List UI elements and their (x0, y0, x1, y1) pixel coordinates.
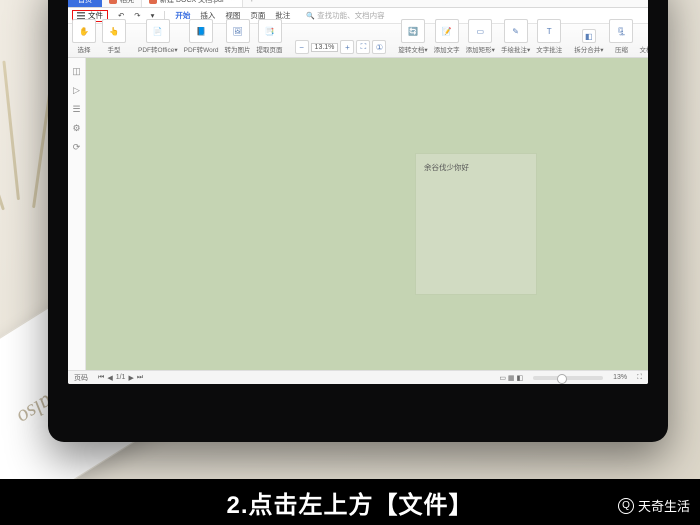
view-mode-buttons[interactable]: ▭ ▦ ◧ (499, 374, 523, 382)
sidebar-bookmarks[interactable]: ▷ (72, 85, 82, 95)
page-navigator: ⏮ ◀ 1/1 ▶ ⏭ (98, 374, 143, 382)
ribbon-toolbar: ✋选择 👆手型 📄PDF转Office▾ 📘PDF转Word 🖼转为图片 📑提取… (68, 24, 648, 58)
zoom-in-button[interactable]: + (340, 40, 354, 54)
tool-pdf-to-word[interactable]: 📘PDF转Word (184, 19, 219, 54)
tab-strip: 首页 稻壳 新建 DOCX 文档.pdf × + (68, 0, 648, 8)
compress-icon: 🗜 (609, 19, 633, 43)
tool-to-image[interactable]: 🖼转为图片 (225, 19, 251, 54)
app-icon (109, 0, 117, 4)
zoom-control: − 13.1% + ⛶ ① (295, 40, 387, 54)
tool-add-rect[interactable]: ▭添加矩形▾ (466, 19, 495, 54)
text-icon: 📝 (435, 19, 459, 43)
zoom-fit-button[interactable]: ⛶ (356, 40, 370, 54)
tool-compress[interactable]: 🗜压缩 (609, 19, 633, 54)
pdf-icon (149, 0, 157, 4)
tab-document[interactable]: 新建 DOCX 文档.pdf × (142, 0, 243, 7)
sidebar-thumbnails[interactable]: ◫ (72, 66, 82, 76)
rect-icon: ▭ (468, 19, 492, 43)
brand-watermark: Q 天奇生活 (618, 496, 690, 515)
status-zoom-value: 13% (613, 374, 627, 381)
status-bar: 页码 ⏮ ◀ 1/1 ▶ ⏭ ▭ ▦ ◧ 13% ⛶ (68, 370, 648, 384)
split-icon: ◧ (582, 29, 596, 43)
tab-label: 稻壳 (120, 0, 134, 5)
nav-last[interactable]: ⏭ (137, 374, 143, 382)
select-icon: ✋ (72, 19, 96, 43)
tool-select[interactable]: ✋选择 (72, 19, 96, 54)
caption-text: 2.点击左上方【文件】 (226, 485, 473, 520)
pencil-icon: ✎ (504, 19, 528, 43)
tool-split-merge[interactable]: ◧拆分合并▾ (574, 29, 603, 54)
nav-prev[interactable]: ◀ (107, 374, 112, 382)
tool-pdf-to-office[interactable]: 📄PDF转Office▾ (138, 19, 178, 54)
tutorial-caption: 2.点击左上方【文件】 Q 天奇生活 (0, 479, 700, 525)
nav-first[interactable]: ⏮ (98, 374, 104, 382)
zoom-actual-button[interactable]: ① (372, 40, 386, 54)
tab-docer[interactable]: 稻壳 (102, 0, 142, 7)
tool-rotate[interactable]: 🔄旋转文档▾ (398, 19, 427, 54)
tab-add-button[interactable]: + (243, 0, 261, 7)
status-page-label: 页码 (74, 373, 88, 383)
zoom-out-button[interactable]: − (295, 40, 309, 54)
page-text: 余谷伐少你好 (424, 162, 469, 173)
tool-add-text[interactable]: 📝添加文字 (434, 19, 460, 54)
rotate-icon: 🔄 (401, 19, 425, 43)
sidebar-settings[interactable]: ⚙ (72, 123, 82, 133)
brand-icon: Q (618, 498, 634, 514)
word-icon: 📘 (189, 19, 213, 43)
tool-extract-page[interactable]: 📑提取页面 (257, 19, 283, 54)
work-area: ◫ ▷ ☰ ⚙ ⟳ 余谷伐少你好 (68, 58, 648, 370)
zoom-value[interactable]: 13.1% (311, 43, 339, 52)
pdf-page: 余谷伐少你好 (416, 154, 536, 294)
tab-label: 新建 DOCX 文档.pdf (160, 0, 224, 5)
extract-icon: 📑 (258, 19, 282, 43)
scene-root: 首页 稻壳 新建 DOCX 文档.pdf× + 文件 ↶ ↷ ▾ 开始 插入 视… (0, 0, 700, 525)
search-input[interactable]: 查找功能、文档内容 (306, 10, 384, 21)
hand-icon: 👆 (102, 19, 126, 43)
tool-protect[interactable]: 🔒文档保护与加密 (639, 19, 648, 54)
sidebar-outline[interactable]: ☰ (72, 104, 82, 114)
tool-freehand[interactable]: ✎手绘批注▾ (501, 19, 530, 54)
close-icon[interactable]: × (231, 0, 235, 3)
zoom-slider[interactable] (533, 376, 603, 380)
tool-text-annot[interactable]: T文字批注 (536, 19, 562, 54)
tab-home[interactable]: 首页 (68, 0, 102, 7)
sidebar-refresh[interactable]: ⟳ (72, 142, 82, 152)
document-canvas[interactable]: 余谷伐少你好 (86, 58, 648, 370)
nav-next[interactable]: ▶ (128, 374, 133, 382)
tool-hand[interactable]: 👆手型 (102, 19, 126, 54)
text-annot-icon: T (537, 19, 561, 43)
monitor-frame: 首页 稻壳 新建 DOCX 文档.pdf× + 文件 ↶ ↷ ▾ 开始 插入 视… (48, 0, 668, 442)
image-icon: 🖼 (226, 19, 250, 43)
fullscreen-button[interactable]: ⛶ (637, 374, 642, 382)
convert-icon: 📄 (146, 19, 170, 43)
nav-page-indicator[interactable]: 1/1 (116, 374, 126, 381)
left-sidebar: ◫ ▷ ☰ ⚙ ⟳ (68, 58, 86, 370)
app-window: 首页 稻壳 新建 DOCX 文档.pdf× + 文件 ↶ ↷ ▾ 开始 插入 视… (68, 0, 648, 384)
hamburger-icon (77, 12, 85, 19)
brand-label: 天奇生活 (638, 496, 690, 515)
